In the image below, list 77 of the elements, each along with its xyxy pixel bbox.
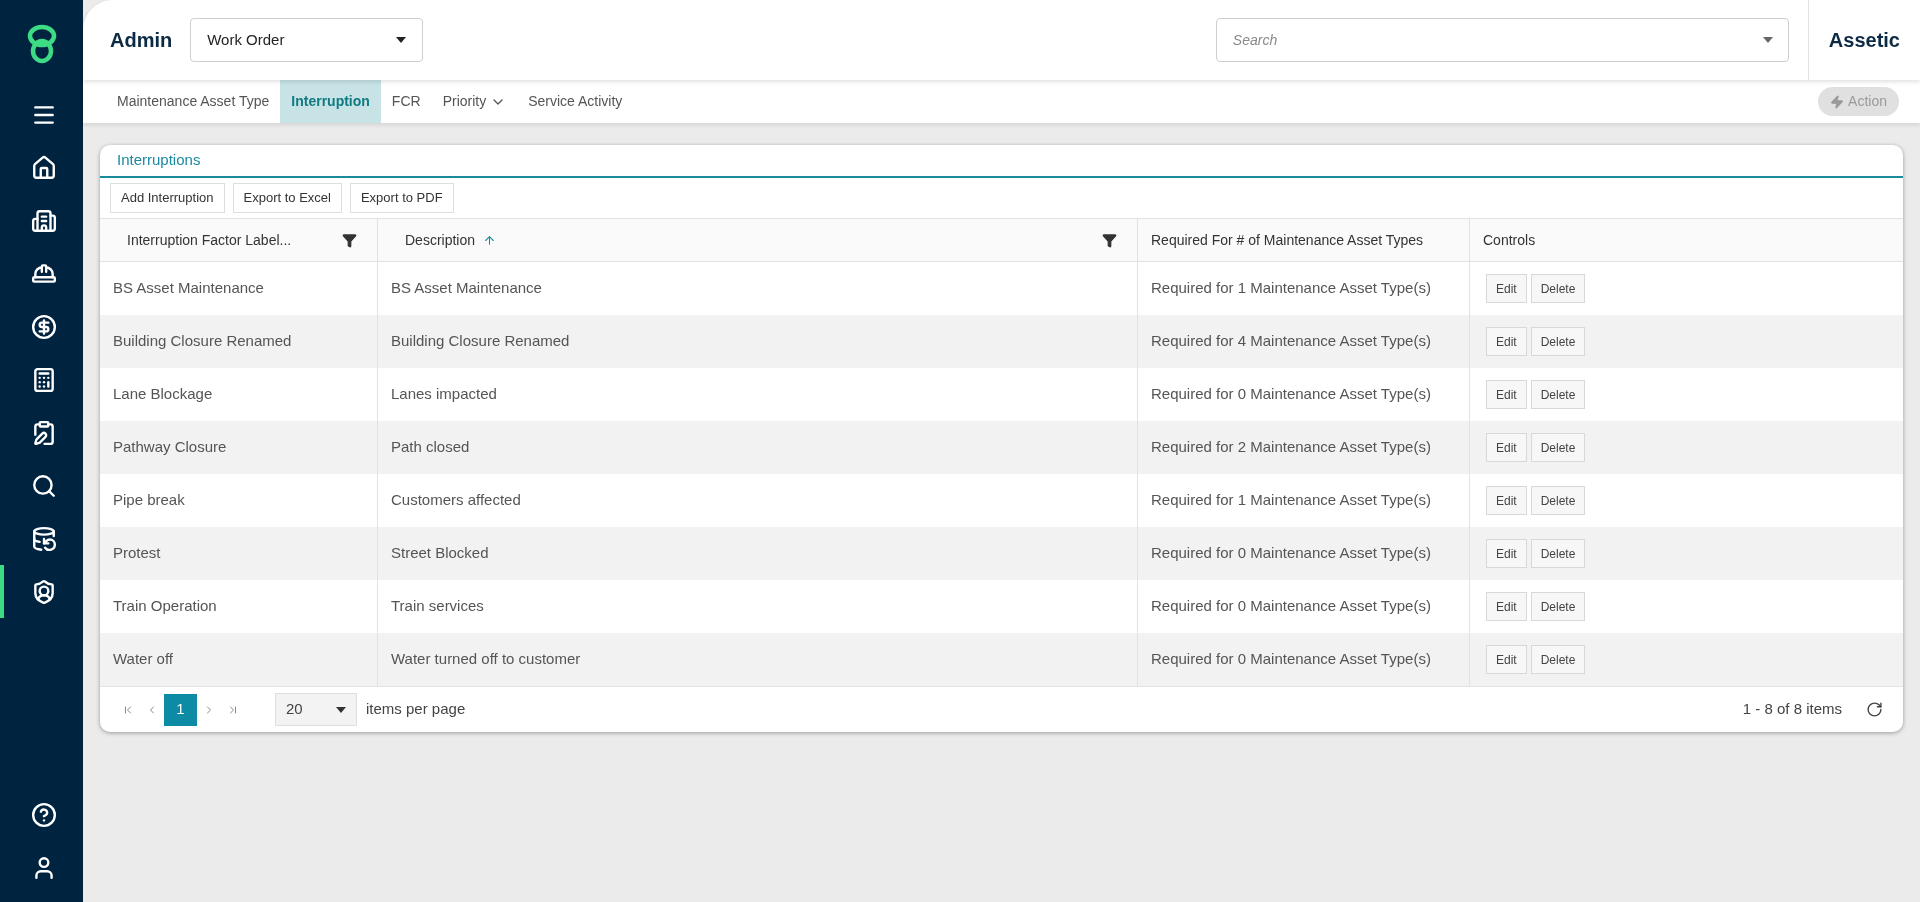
caret-icon: [336, 706, 346, 713]
sort-up-icon: [483, 233, 497, 247]
row-action-button[interactable]: Edit: [1486, 486, 1527, 515]
dollar-icon: [30, 313, 57, 340]
table-cell-text: Required for 0 Maintenance Asset Type(s): [1151, 543, 1431, 564]
row-action-button[interactable]: Delete: [1530, 274, 1586, 303]
toolbar-button[interactable]: Export to PDF: [349, 183, 454, 213]
row-action-button[interactable]: Delete: [1530, 539, 1586, 568]
table-cell-text: Water turned off to customer: [391, 649, 581, 670]
last-page-icon[interactable]: [227, 703, 239, 716]
tab[interactable]: Priority: [431, 80, 518, 123]
row-action-button[interactable]: Delete: [1530, 645, 1586, 674]
building-icon: [30, 207, 57, 234]
refresh-icon[interactable]: [1866, 701, 1883, 718]
table-cell-text: Required for 2 Maintenance Asset Type(s): [1151, 437, 1431, 458]
page-title: Admin: [110, 28, 173, 53]
first-page-icon[interactable]: [122, 703, 134, 716]
table-cell-text: Building Closure Renamed: [391, 331, 570, 352]
table-cell-text: Customers affected: [391, 490, 521, 511]
table-cell-text: Required for 0 Maintenance Asset Type(s): [1151, 596, 1431, 617]
page-size-label: items per page: [366, 699, 466, 720]
table-cell-text: Street Blocked: [391, 543, 489, 564]
search-icon: [30, 472, 57, 499]
page-size-select[interactable]: 20: [275, 693, 357, 726]
panel-title: Interruptions: [117, 150, 201, 171]
table-cell-text: Lane Blockage: [113, 384, 213, 405]
row-action-button[interactable]: Delete: [1530, 486, 1586, 515]
table-cell-text: Train services: [391, 596, 484, 617]
column-header[interactable]: Description: [378, 219, 1138, 261]
search-field[interactable]: Search: [1215, 18, 1789, 62]
pager-summary: 1 - 8 of 8 items: [1742, 699, 1842, 720]
home-icon: [30, 154, 57, 181]
column-header[interactable]: Interruption Factor Label...: [100, 219, 378, 261]
table-cell-text: BS Asset Maintenance: [391, 278, 542, 299]
table-cell-text: BS Asset Maintenance: [113, 278, 264, 299]
help-icon: [30, 801, 57, 828]
row-action-button[interactable]: Edit: [1486, 539, 1527, 568]
row-action-button[interactable]: Edit: [1486, 645, 1527, 674]
row-action-button[interactable]: Edit: [1486, 592, 1527, 621]
page-button[interactable]: 1: [164, 693, 197, 726]
row-action-button[interactable]: Delete: [1530, 592, 1586, 621]
tab[interactable]: FCR: [380, 80, 432, 123]
row-action-button[interactable]: Delete: [1530, 380, 1586, 409]
filter-icon[interactable]: [342, 232, 357, 248]
toolbar-button[interactable]: Export to Excel: [232, 183, 342, 213]
table-cell-text: Required for 4 Maintenance Asset Type(s): [1151, 331, 1431, 352]
row-action-button[interactable]: Delete: [1530, 433, 1586, 462]
table-cell-text: Water off: [113, 649, 174, 670]
row-action-button[interactable]: Delete: [1530, 327, 1586, 356]
table-cell-text: Lanes impacted: [391, 384, 497, 405]
table-cell-text: Path closed: [391, 437, 470, 458]
row-action-button[interactable]: Edit: [1486, 380, 1527, 409]
tab[interactable]: Service Activity: [517, 80, 634, 123]
row-action-button[interactable]: Edit: [1486, 433, 1527, 462]
caret-icon: [1762, 37, 1773, 43]
caret-icon: [396, 37, 407, 43]
lightning-icon: [1830, 94, 1845, 109]
module-select[interactable]: Work Order: [190, 18, 424, 62]
brand-name: Assetic: [1828, 28, 1900, 53]
table-cell-text: Required for 1 Maintenance Asset Type(s): [1151, 278, 1431, 299]
table-cell-text: Train Operation: [113, 596, 217, 617]
filter-icon[interactable]: [1102, 232, 1117, 248]
table-cell-text: Required for 1 Maintenance Asset Type(s): [1151, 490, 1431, 511]
tab[interactable]: Maintenance Asset Type: [106, 80, 281, 123]
tab[interactable]: Interruption: [280, 80, 381, 123]
table-cell-text: Pipe break: [113, 490, 185, 511]
table-cell-text: Building Closure Renamed: [113, 331, 292, 352]
row-action-button[interactable]: Edit: [1486, 274, 1527, 303]
table-cell-text: Required for 0 Maintenance Asset Type(s): [1151, 384, 1431, 405]
column-header[interactable]: Required For # of Maintenance Asset Types: [1138, 219, 1470, 261]
table-cell-text: Pathway Closure: [113, 437, 227, 458]
table-cell-text: Protest: [113, 543, 161, 564]
row-action-button[interactable]: Edit: [1486, 327, 1527, 356]
table-cell-text: Required for 0 Maintenance Asset Type(s): [1151, 649, 1431, 670]
column-header[interactable]: Controls: [1470, 219, 1903, 261]
database-icon: [30, 525, 57, 552]
toolbar-button[interactable]: Add Interruption: [110, 183, 225, 213]
